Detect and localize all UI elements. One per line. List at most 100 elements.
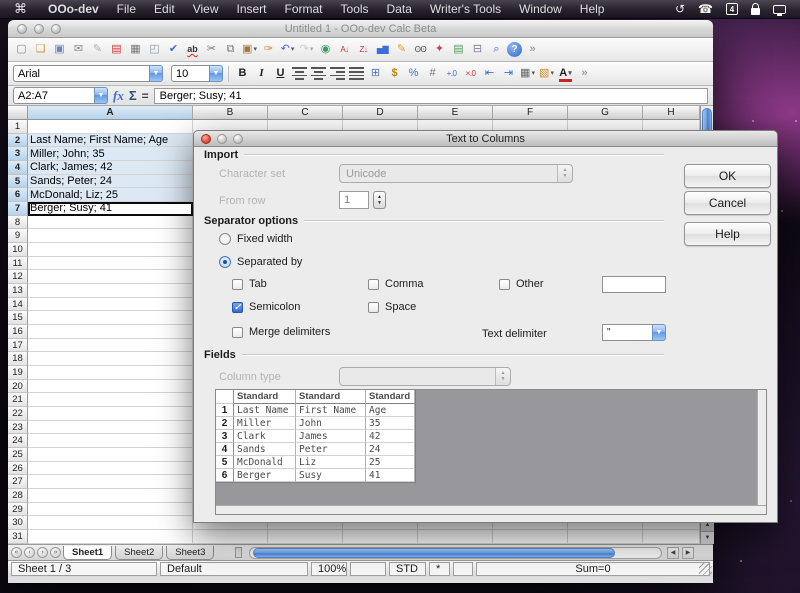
first-sheet-button[interactable]: « <box>11 547 22 558</box>
row-header-25[interactable]: 25 <box>8 448 28 462</box>
standard-format-icon[interactable]: # <box>424 65 441 83</box>
data-sources-icon[interactable]: ⊟ <box>469 41 486 59</box>
column-header-C[interactable]: C <box>268 106 343 120</box>
preview-column-header-3[interactable]: Standard <box>366 390 415 404</box>
column-header-D[interactable]: D <box>343 106 418 120</box>
cell-A20[interactable] <box>28 380 193 394</box>
row-header-3[interactable]: 3 <box>8 147 28 161</box>
add-decimal-icon[interactable]: +.0 <box>443 65 460 83</box>
cell-A2[interactable]: Last Name; First Name; Age <box>28 134 193 148</box>
percent-format-icon[interactable]: % <box>405 65 422 83</box>
row-header-26[interactable]: 26 <box>8 462 28 476</box>
align-justify-icon[interactable] <box>348 65 365 83</box>
row-header-17[interactable]: 17 <box>8 339 28 353</box>
document-as-email-icon[interactable]: ✉ <box>70 41 87 59</box>
navigator-icon[interactable]: ✦ <box>431 41 448 59</box>
cell-A15[interactable] <box>28 311 193 325</box>
cell-A29[interactable] <box>28 503 193 517</box>
sheet-indicator[interactable]: Sheet 1 / 3 <box>11 562 157 576</box>
cell-A24[interactable] <box>28 434 193 448</box>
close-button[interactable] <box>17 24 27 34</box>
row-header-15[interactable]: 15 <box>8 311 28 325</box>
font-name-dropdown-icon[interactable]: ▼ <box>149 65 163 82</box>
increase-indent-icon[interactable]: ⇥ <box>500 65 517 83</box>
column-header-B[interactable]: B <box>193 106 268 120</box>
last-sheet-button[interactable]: » <box>50 547 61 558</box>
row-header-23[interactable]: 23 <box>8 421 28 435</box>
cell-A26[interactable] <box>28 462 193 476</box>
row-header-2[interactable]: 2 <box>8 134 28 148</box>
menu-file[interactable]: File <box>108 0 145 19</box>
page-style[interactable]: Default <box>160 562 308 576</box>
align-right-icon[interactable] <box>329 65 346 83</box>
tab-scroll-split[interactable] <box>235 547 242 558</box>
delete-decimal-icon[interactable]: ×.0 <box>462 65 479 83</box>
sheet-tab-sheet2[interactable]: Sheet2 <box>115 546 163 560</box>
align-center-icon[interactable] <box>310 65 327 83</box>
cell-D31[interactable] <box>343 530 418 544</box>
toolbar-overflow-icon[interactable]: » <box>524 41 541 59</box>
cell-A4[interactable]: Clark; James; 42 <box>28 161 193 175</box>
name-box-dropdown-icon[interactable]: ▼ <box>94 87 108 104</box>
row-header-1[interactable]: 1 <box>8 120 28 134</box>
row-header-13[interactable]: 13 <box>8 284 28 298</box>
text-delimiter-combo[interactable]: " ▼ <box>602 324 666 341</box>
horizontal-scroll-thumb[interactable] <box>253 548 614 558</box>
row-header-24[interactable]: 24 <box>8 434 28 448</box>
menu-view[interactable]: View <box>184 0 228 19</box>
sort-descending-icon[interactable]: Z↓ <box>355 41 372 59</box>
formula-icon[interactable]: = <box>142 89 149 103</box>
cell-A23[interactable] <box>28 421 193 435</box>
find-replace-icon[interactable]: ʘʘ <box>412 41 429 59</box>
row-header-12[interactable]: 12 <box>8 270 28 284</box>
cell-A19[interactable] <box>28 366 193 380</box>
borders-icon[interactable]: ▦▾ <box>519 65 536 83</box>
font-name-combo[interactable]: Arial ▼ <box>13 65 163 82</box>
align-left-icon[interactable] <box>291 65 308 83</box>
cell-E31[interactable] <box>418 530 493 544</box>
cell-A7[interactable]: Berger; Susy; 41 <box>28 202 193 216</box>
column-header-G[interactable]: G <box>568 106 643 120</box>
minimize-button[interactable] <box>34 24 44 34</box>
print-icon[interactable]: ▦ <box>127 41 144 59</box>
edit-file-icon[interactable]: ✎ <box>89 41 106 59</box>
cell-A21[interactable] <box>28 393 193 407</box>
cell-A30[interactable] <box>28 516 193 530</box>
cell-A5[interactable]: Sands; Peter; 24 <box>28 175 193 189</box>
toolbar-overflow-icon[interactable]: » <box>576 65 593 83</box>
row-header-4[interactable]: 4 <box>8 161 28 175</box>
cell-A1[interactable] <box>28 120 193 134</box>
preview-vertical-scrollbar[interactable] <box>757 390 766 506</box>
hyperlink-icon[interactable]: ◉ <box>317 41 334 59</box>
window-title-bar[interactable]: Untitled 1 - OOo-dev Calc Beta <box>8 20 713 38</box>
cell-A31[interactable] <box>28 530 193 544</box>
gallery-icon[interactable]: ▤ <box>450 41 467 59</box>
other-delimiter-field[interactable] <box>602 276 666 293</box>
column-header-E[interactable]: E <box>418 106 493 120</box>
sum-icon[interactable]: Σ <box>129 88 137 103</box>
cell-A13[interactable] <box>28 284 193 298</box>
column-header-F[interactable]: F <box>493 106 568 120</box>
column-header-A[interactable]: A <box>28 106 193 120</box>
auto-spellcheck-icon[interactable]: ab <box>184 41 201 59</box>
preview-column-header-2[interactable]: Standard <box>296 390 366 404</box>
row-header-8[interactable]: 8 <box>8 216 28 230</box>
dialog-title-bar[interactable]: Text to Columns <box>194 131 777 147</box>
from-row-field[interactable]: 1 <box>339 191 369 209</box>
help-icon[interactable]: ? <box>507 42 522 57</box>
menu-insert[interactable]: Insert <box>228 0 276 19</box>
row-header-20[interactable]: 20 <box>8 380 28 394</box>
menu-tools[interactable]: Tools <box>332 0 378 19</box>
export-pdf-icon[interactable]: ▤ <box>108 41 125 59</box>
cell-A17[interactable] <box>28 339 193 353</box>
time-machine-icon[interactable]: ↺ <box>675 2 685 16</box>
row-header-18[interactable]: 18 <box>8 352 28 366</box>
redo-icon[interactable]: ↷▾ <box>298 41 315 59</box>
format-paintbrush-icon[interactable]: ✑ <box>260 41 277 59</box>
row-header-19[interactable]: 19 <box>8 366 28 380</box>
row-header-5[interactable]: 5 <box>8 175 28 189</box>
preview-horizontal-scrollbar[interactable] <box>216 505 766 514</box>
row-header-31[interactable]: 31 <box>8 530 28 544</box>
row-header-9[interactable]: 9 <box>8 229 28 243</box>
insert-mode[interactable] <box>350 562 386 576</box>
